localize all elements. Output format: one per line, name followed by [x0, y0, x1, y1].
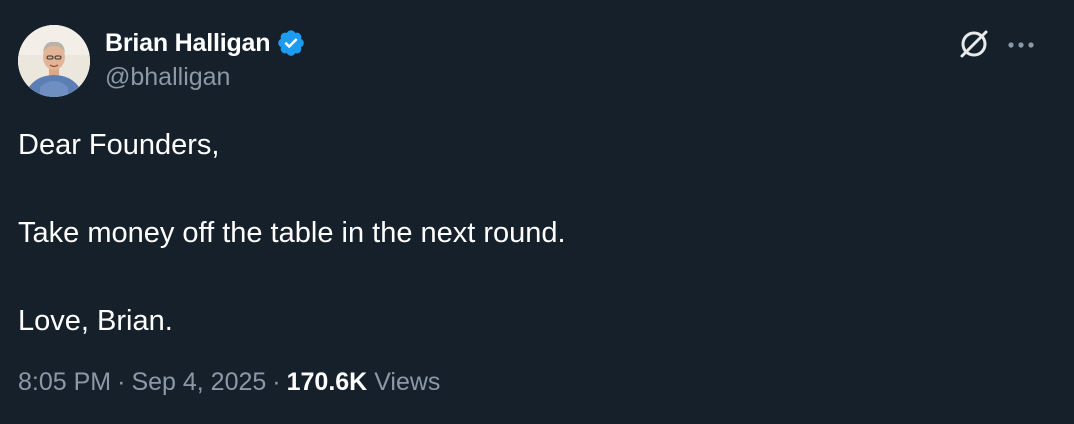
tweet-line: Take money off the table in the next rou…	[18, 217, 566, 249]
tweet-card: Brian Halligan @bhalligan Dear Founders,…	[0, 0, 1074, 424]
author-name[interactable]: Brian Halligan	[105, 29, 270, 58]
more-options-button[interactable]	[1003, 28, 1039, 64]
grok-icon	[957, 27, 991, 66]
views-count[interactable]: 170.6K	[287, 368, 368, 396]
tweet-text: Dear Founders, Take money off the table …	[18, 123, 1048, 343]
author-handle[interactable]: @bhalligan	[105, 63, 230, 92]
tweet-line: Love, Brian.	[18, 305, 173, 337]
meta-separator: ·	[272, 368, 281, 396]
avatar[interactable]	[18, 25, 90, 97]
more-options-icon	[1006, 37, 1036, 55]
author-name-row: Brian Halligan	[105, 26, 306, 60]
tweet-date[interactable]: Sep 4, 2025	[131, 368, 266, 396]
views-label: Views	[374, 368, 441, 396]
tweet-line: Dear Founders,	[18, 129, 220, 161]
verified-badge-icon[interactable]	[276, 28, 306, 58]
tweet-meta: 8:05 PM · Sep 4, 2025 · 170.6K Views	[18, 368, 440, 397]
grok-button[interactable]	[956, 28, 992, 64]
meta-separator: ·	[117, 368, 126, 396]
tweet-time[interactable]: 8:05 PM	[18, 368, 111, 396]
